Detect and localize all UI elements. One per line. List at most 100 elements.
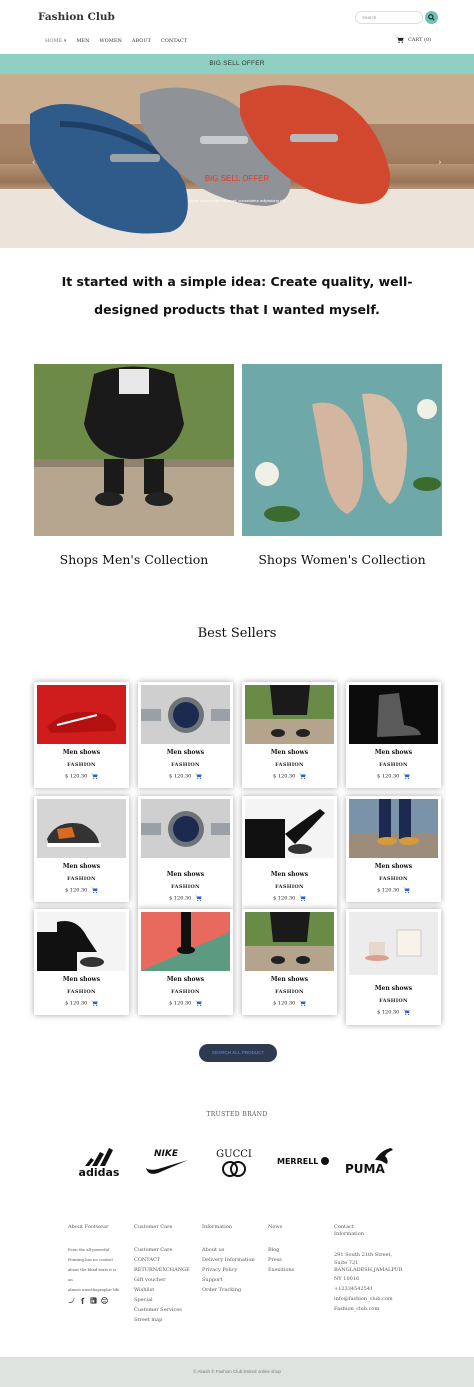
product-image[interactable] (37, 799, 126, 858)
nav-contact[interactable]: CONTACT (161, 38, 187, 44)
add-to-cart-icon[interactable] (402, 773, 410, 779)
site-logo[interactable]: Fashion Club (38, 11, 115, 23)
product-name[interactable]: Men shows (346, 863, 441, 870)
nike-logo[interactable]: NIKE (142, 1146, 190, 1182)
product-name[interactable]: Men shows (138, 976, 233, 983)
add-to-cart-icon[interactable] (90, 1000, 98, 1006)
footer-link-street-map[interactable]: Street map (134, 1315, 198, 1325)
product-image[interactable] (141, 685, 230, 744)
product-image[interactable] (245, 799, 334, 862)
product-name[interactable]: Men shows (242, 976, 337, 983)
product-price: $ 120.30 (377, 773, 400, 780)
product-name[interactable]: Men shows (346, 749, 441, 756)
product-name[interactable]: Men shows (138, 749, 233, 756)
gucci-logo[interactable]: GUCCI (210, 1146, 258, 1184)
cart-link[interactable]: CART (0) (396, 36, 431, 43)
carousel-prev-button[interactable]: ‹ (32, 158, 36, 168)
product-card[interactable]: Men shows FASHION $ 120.30 (242, 909, 337, 1015)
product-image[interactable] (245, 912, 334, 971)
product-image[interactable] (349, 685, 438, 744)
product-card[interactable]: Men shows FASHION $ 120.30 (34, 682, 129, 788)
nav-home[interactable]: HOME ▾ (45, 38, 66, 44)
footer-link-wishlist[interactable]: Wishlist (134, 1285, 198, 1295)
search-input[interactable]: Search (355, 11, 423, 24)
add-to-cart-icon[interactable] (402, 887, 410, 893)
footer-link-privacy-policy[interactable]: Privacy Policy (202, 1265, 266, 1275)
men-collection-link[interactable]: Shops Men's Collection (24, 552, 244, 567)
product-card[interactable]: Men shows FASHION $ 120.30 (34, 796, 129, 902)
add-to-cart-icon[interactable] (90, 773, 98, 779)
product-photo (245, 799, 334, 858)
women-collection-image[interactable] (242, 364, 442, 536)
footer-link-delivery-information[interactable]: Delivery Information (202, 1255, 266, 1265)
search-all-products-button[interactable]: SEARCH ALL PRODUCT (199, 1044, 277, 1062)
linkedin-icon[interactable] (90, 1297, 97, 1304)
product-image[interactable] (141, 912, 230, 971)
product-photo (245, 912, 334, 971)
women-collection-link[interactable]: Shops Women's Collection (232, 552, 452, 567)
footer-about-heading: About Footwear (68, 1224, 109, 1230)
footer-link-order-tracking[interactable]: Order Tracking (202, 1285, 266, 1295)
footer-contact-email[interactable]: info@fashion_club.com (334, 1294, 414, 1304)
product-card[interactable]: Men shows FASHION $ 120.30 (242, 682, 337, 788)
footer-link-support[interactable]: Support (202, 1275, 266, 1285)
footer-link-contact[interactable]: CONTACT (134, 1255, 198, 1265)
add-to-cart-icon[interactable] (90, 887, 98, 893)
footer-link-customer-services[interactable]: Customer Services (134, 1305, 198, 1315)
product-name[interactable]: Men shows (242, 871, 337, 878)
add-to-cart-icon[interactable] (298, 895, 306, 901)
search-button[interactable] (425, 11, 438, 24)
dribbble-icon[interactable] (101, 1297, 108, 1304)
footer-link-special[interactable]: Special (134, 1295, 198, 1305)
footer-link-gift-voucher[interactable]: Gift voucher (134, 1275, 198, 1285)
add-to-cart-icon[interactable] (194, 773, 202, 779)
add-to-cart-icon[interactable] (298, 1000, 306, 1006)
product-image[interactable] (37, 685, 126, 744)
add-to-cart-icon[interactable] (298, 773, 306, 779)
product-name[interactable]: Men shows (346, 985, 441, 992)
footer-link-press[interactable]: Press (268, 1255, 328, 1265)
product-card[interactable]: Men shows FASHION $ 120.30 (242, 796, 337, 910)
product-name[interactable]: Men shows (34, 749, 129, 756)
product-name[interactable]: Men shows (34, 976, 129, 983)
adidas-logo[interactable]: adidas (75, 1146, 123, 1182)
product-card[interactable]: Men shows FASHION $ 120.30 (138, 796, 233, 910)
twitter-icon[interactable] (68, 1297, 75, 1304)
nav-women[interactable]: WOMEN (99, 38, 121, 44)
product-card[interactable]: Men shows FASHION $ 120.30 (138, 909, 233, 1015)
product-image[interactable] (141, 799, 230, 862)
product-image[interactable] (37, 912, 126, 971)
product-name[interactable]: Men shows (242, 749, 337, 756)
product-card[interactable]: Men shows FASHION $ 120.30 (346, 909, 441, 1025)
footer-link-customer-care[interactable]: Customer Care (134, 1245, 198, 1255)
footer-link-exexitions[interactable]: Exexitions (268, 1265, 328, 1275)
add-to-cart-icon[interactable] (194, 1000, 202, 1006)
footer-contact-website[interactable]: Fashion_club.com (334, 1304, 414, 1314)
site-header: Fashion Club Search HOME ▾ MEN WOMEN ABO… (0, 0, 474, 54)
search-icon (428, 14, 435, 21)
product-card[interactable]: Men shows FASHION $ 120.30 (346, 682, 441, 788)
product-card[interactable]: Men shows FASHION $ 120.30 (346, 796, 441, 902)
add-to-cart-icon[interactable] (194, 895, 202, 901)
product-image[interactable] (245, 685, 334, 744)
product-card[interactable]: Men shows FASHION $ 120.30 (138, 682, 233, 788)
puma-logo[interactable]: PUMA (345, 1146, 395, 1182)
merrell-logo[interactable]: MERRELL (275, 1146, 331, 1182)
product-card[interactable]: Men shows FASHION $ 120.30 (34, 909, 129, 1015)
men-collection-image[interactable] (34, 364, 234, 536)
footer-link-about-us[interactable]: About us (202, 1245, 266, 1255)
product-image[interactable] (349, 799, 438, 858)
product-image[interactable] (349, 912, 438, 975)
footer-contact-phone[interactable]: +12334542541 (334, 1284, 414, 1294)
add-to-cart-icon[interactable] (402, 1009, 410, 1015)
nav-about[interactable]: ABOUT (132, 38, 151, 44)
footer-link-blog[interactable]: Blog (268, 1245, 328, 1255)
product-name[interactable]: Men shows (34, 863, 129, 870)
facebook-icon[interactable] (79, 1297, 86, 1304)
product-photo (37, 799, 126, 858)
nav-men[interactable]: MEN (76, 38, 89, 44)
carousel-next-button[interactable]: › (438, 158, 442, 168)
product-name[interactable]: Men shows (138, 871, 233, 878)
product-price: $ 120.30 (65, 1000, 88, 1007)
footer-link-return-exchange[interactable]: RETURN/EXCHANGE (134, 1265, 198, 1275)
